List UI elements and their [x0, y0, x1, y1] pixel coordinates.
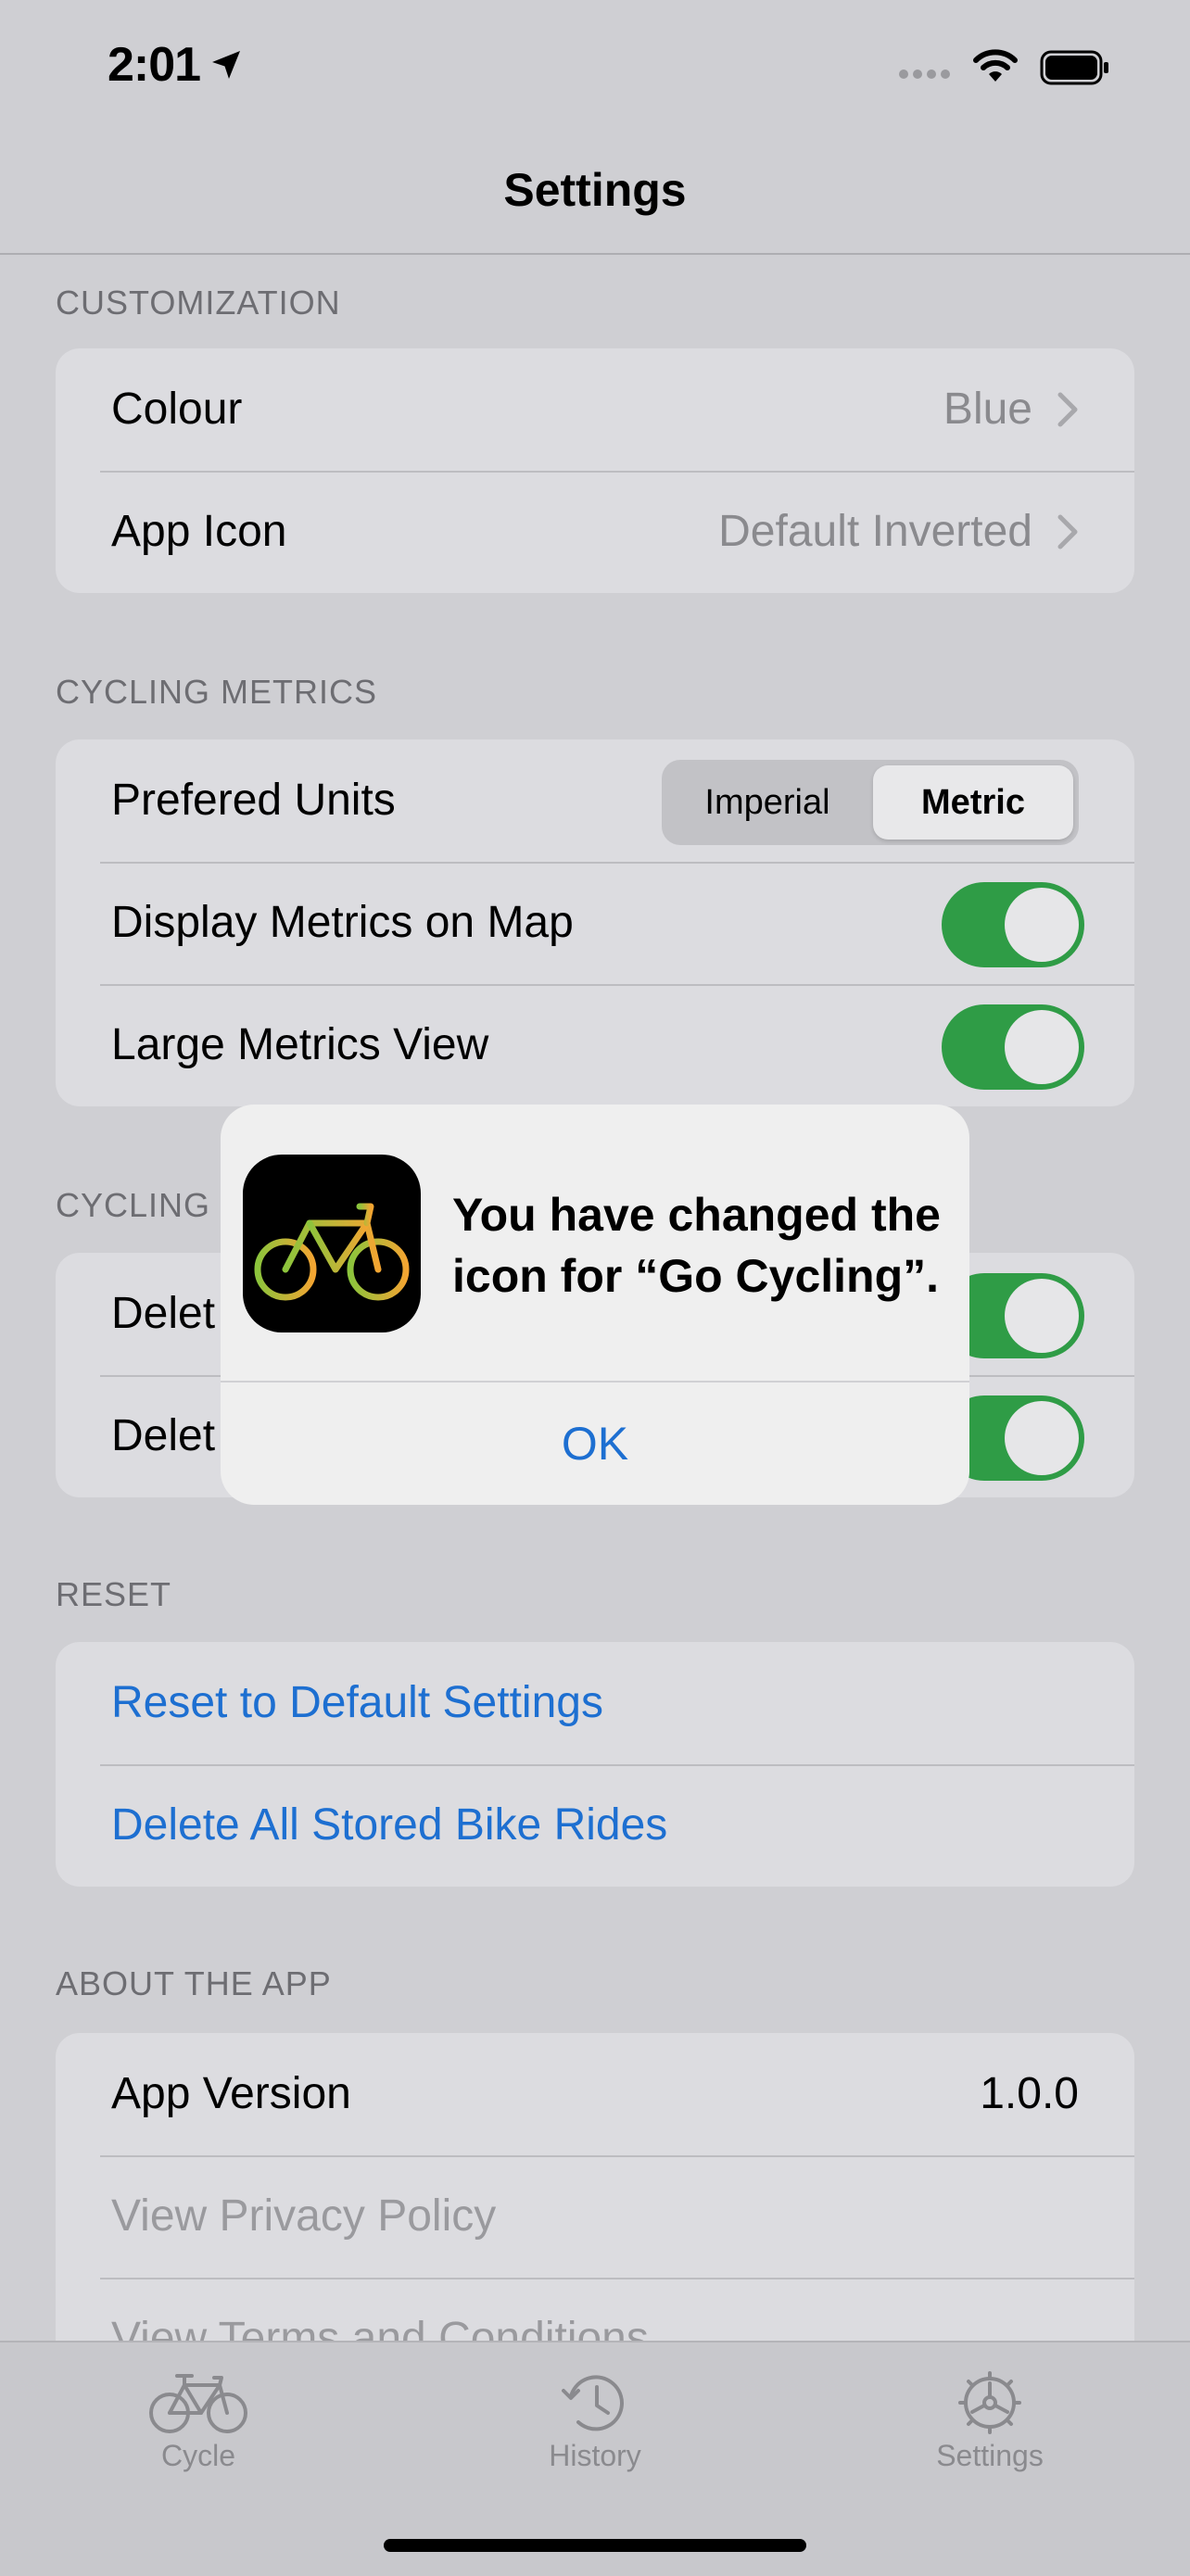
tab-cycle-label: Cycle	[160, 2439, 235, 2472]
tab-settings[interactable]: Settings	[897, 2370, 1082, 2473]
delete-setting-label: Delet	[111, 1289, 216, 1338]
icon-changed-alert: You have changed the icon for “Go Cyclin…	[221, 1105, 969, 1505]
section-header-customization: CUSTOMIZATION	[56, 284, 341, 322]
app-version-label: App Version	[111, 2069, 351, 2118]
delete-setting-label: Delet	[111, 1411, 216, 1460]
display-metrics-map-toggle[interactable]	[942, 882, 1084, 967]
home-indicator	[384, 2539, 806, 2552]
colour-label: Colour	[111, 385, 243, 434]
alert-message: You have changed the icon for “Go Cyclin…	[452, 1189, 941, 1302]
tab-history-label: History	[549, 2439, 641, 2472]
about-card: App Version 1.0.0 View Privacy Policy Vi…	[56, 2033, 1134, 2363]
large-metrics-view-toggle[interactable]	[942, 1004, 1084, 1090]
reset-defaults-button[interactable]: Reset to Default Settings	[111, 1677, 603, 1728]
cycling-metrics-card: Prefered Units Imperial Metric Display M…	[56, 739, 1134, 1106]
preferred-units-label: Prefered Units	[111, 776, 396, 825]
app-icon-value: Default Inverted	[718, 507, 1032, 556]
units-segmented-control[interactable]: Imperial Metric	[662, 760, 1079, 845]
colour-row[interactable]: Colour Blue	[56, 348, 1134, 471]
display-metrics-map-label: Display Metrics on Map	[111, 898, 574, 947]
chevron-right-icon	[1057, 514, 1078, 549]
app-icon-row[interactable]: App Icon Default Inverted	[56, 471, 1134, 593]
tab-settings-label: Settings	[936, 2439, 1044, 2472]
privacy-policy-row[interactable]: View Privacy Policy	[56, 2155, 1134, 2278]
chevron-right-icon	[1057, 392, 1078, 427]
large-metrics-view-label: Large Metrics View	[111, 1020, 489, 1069]
page-title: Settings	[503, 164, 687, 216]
privacy-policy-link[interactable]: View Privacy Policy	[111, 2191, 496, 2241]
app-version-row: App Version 1.0.0	[56, 2033, 1134, 2155]
section-header-cycling-metrics: CYCLING METRICS	[56, 673, 378, 711]
app-icon-label: App Icon	[111, 507, 287, 556]
section-header-reset: RESET	[56, 1575, 172, 1613]
display-metrics-map-row: Display Metrics on Map	[56, 862, 1134, 984]
delete-all-rides-button[interactable]: Delete All Stored Bike Rides	[111, 1799, 667, 1850]
bicycle-icon	[254, 1199, 410, 1301]
alert-ok-button[interactable]: OK	[221, 1383, 969, 1505]
preferred-units-row: Prefered Units Imperial Metric	[56, 739, 1134, 862]
wifi-icon	[973, 49, 1018, 82]
large-metrics-view-row: Large Metrics View	[56, 984, 1134, 1106]
location-arrow-icon	[212, 51, 240, 79]
segment-imperial[interactable]: Imperial	[667, 765, 867, 840]
history-clock-icon	[562, 2375, 624, 2431]
battery-icon	[1040, 50, 1108, 85]
segment-metric[interactable]: Metric	[873, 765, 1073, 840]
reset-defaults-row[interactable]: Reset to Default Settings	[56, 1642, 1134, 1764]
bicycle-icon	[149, 2374, 247, 2433]
customization-card: Colour Blue App Icon Default Inverted	[56, 348, 1134, 593]
status-time: 2:01	[108, 38, 201, 92]
colour-value: Blue	[943, 385, 1032, 434]
tab-history[interactable]: History	[502, 2370, 688, 2473]
nav-divider	[0, 253, 1190, 255]
reset-card: Reset to Default Settings Delete All Sto…	[56, 1642, 1134, 1887]
section-header-cycling: CYCLING	[56, 1186, 211, 1224]
app-icon-preview	[243, 1155, 421, 1332]
delete-rides-row[interactable]: Delete All Stored Bike Rides	[56, 1764, 1134, 1887]
section-header-about: ABOUT THE APP	[56, 1964, 332, 2002]
tab-cycle[interactable]: Cycle	[106, 2370, 291, 2473]
app-version-value: 1.0.0	[980, 2069, 1079, 2118]
cellular-signal-icon	[899, 67, 955, 83]
gear-icon	[958, 2371, 1021, 2434]
